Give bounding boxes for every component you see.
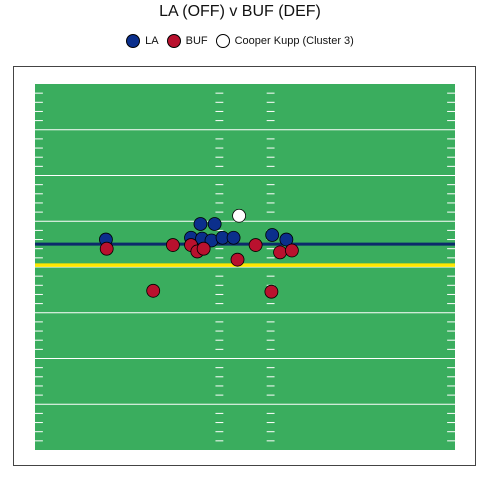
defense-player-marker (196, 241, 211, 256)
defense-player-marker (273, 245, 287, 260)
defense-player-marker (284, 243, 299, 258)
defense-player-marker (165, 238, 180, 252)
legend-label-la: LA (145, 35, 159, 47)
defense-player-marker (99, 241, 114, 256)
offense-player-marker (226, 230, 241, 245)
legend-swatch-highlight (215, 34, 230, 48)
plot-frame (13, 66, 476, 466)
legend-label-highlight: Cooper Kupp (Cluster 3) (234, 35, 354, 47)
legend-label-buf: BUF (185, 35, 208, 47)
legend-item-buf: BUF (166, 34, 208, 48)
offense-player-marker (207, 217, 222, 231)
offense-player-marker (265, 228, 280, 242)
legend-item-la: LA (126, 34, 159, 48)
defense-player-marker (248, 238, 263, 252)
field-plot (35, 84, 455, 450)
defense-player-marker (264, 284, 279, 299)
legend-swatch-buf (166, 34, 181, 48)
defense-player-marker (230, 252, 245, 267)
legend-item-highlight: Cooper Kupp (Cluster 3) (215, 34, 354, 48)
offense-player-marker (193, 217, 208, 231)
legend: LA BUF Cooper Kupp (Cluster 3) (0, 32, 480, 50)
defense-player-marker (146, 283, 161, 298)
legend-swatch-la (126, 34, 141, 48)
chart-title: LA (OFF) v BUF (DEF) (159, 3, 321, 20)
highlighted-player-marker (232, 208, 246, 223)
